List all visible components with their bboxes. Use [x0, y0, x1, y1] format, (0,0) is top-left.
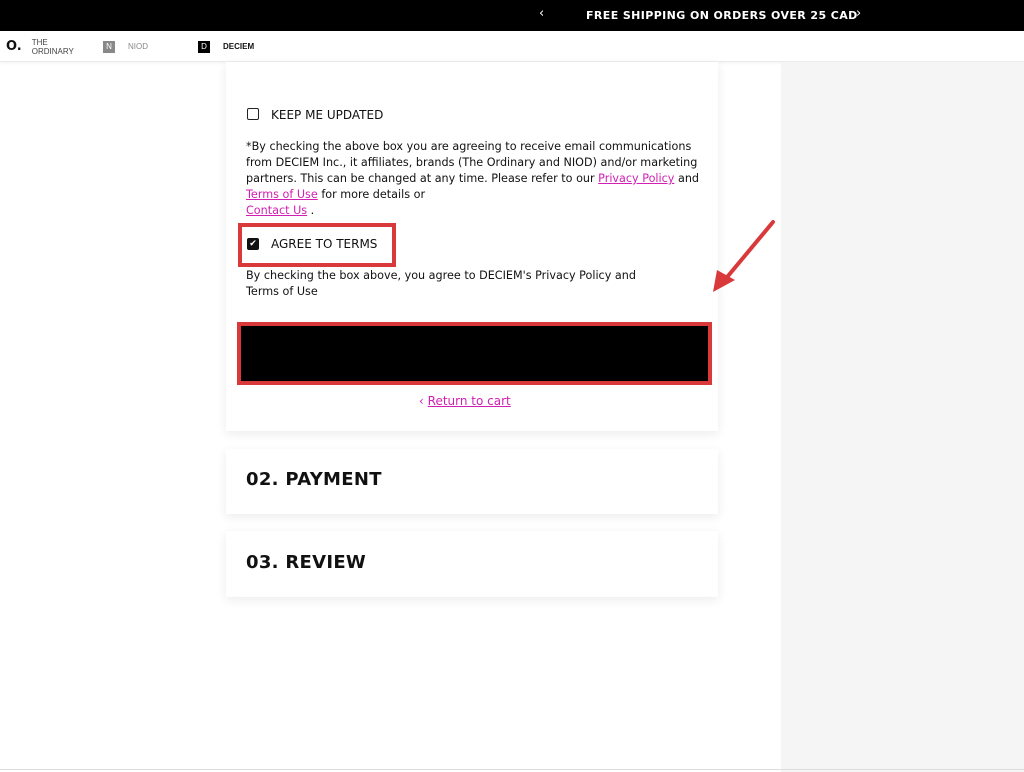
review-step-title: 03. REVIEW [246, 552, 367, 573]
return-to-cart-label: Return to cart [427, 394, 511, 408]
and-word: and [677, 172, 700, 185]
contact-us-link[interactable]: Contact Us [246, 204, 307, 217]
keep-updated-label: KEEP ME UPDATED [271, 108, 384, 122]
agree-terms-note: By checking the box above, you agree to … [246, 268, 706, 300]
payment-step-title: 02. PAYMENT [246, 469, 382, 490]
brand-deciem[interactable]: D DECIEM [198, 31, 254, 62]
niod-logo-icon: N [103, 40, 115, 53]
period: . [310, 204, 315, 217]
chevron-right-icon[interactable]: › [856, 6, 861, 21]
ordinary-line1: THE [31, 37, 48, 47]
continue-to-payment-button[interactable]: CONTINUE TO PAYMENT [247, 335, 697, 375]
keep-updated-checkbox[interactable] [247, 108, 259, 120]
agree-note-line2: Terms of Use [246, 285, 318, 298]
order-summary-panel [781, 62, 1024, 772]
payment-step-card[interactable]: 02. PAYMENT [226, 449, 718, 514]
agree-terms-checkbox[interactable]: ✔ [247, 238, 259, 250]
privacy-policy-link[interactable]: Privacy Policy [598, 172, 674, 185]
deciem-name: DECIEM [223, 42, 255, 51]
page-bottom-divider [0, 769, 1024, 770]
deciem-logo-icon: D [198, 40, 210, 53]
annotation-arrow-icon [713, 220, 775, 292]
niod-name: NIOD [128, 42, 148, 51]
brand-bar: O. THE ORDINARY N NIOD D DECIEM [0, 31, 1024, 62]
chevron-left-icon[interactable]: ‹ [539, 6, 544, 21]
chevron-left-icon: ‹ [419, 394, 424, 408]
brand-the-ordinary[interactable]: O. THE ORDINARY [6, 31, 74, 62]
promo-message: FREE SHIPPING ON ORDERS OVER 25 CAD [586, 9, 858, 22]
ordinary-line2: ORDINARY [31, 46, 74, 56]
the-ordinary-name: THE ORDINARY [32, 38, 74, 56]
brand-niod[interactable]: N NIOD [103, 31, 148, 62]
the-ordinary-logo: O. [6, 39, 22, 54]
agree-terms-label: AGREE TO TERMS [271, 237, 378, 251]
terms-of-use-link[interactable]: Terms of Use [246, 188, 318, 201]
marketing-consent-text: *By checking the above box you are agree… [246, 139, 708, 219]
return-to-cart-link[interactable]: ‹ Return to cart [419, 394, 511, 408]
agree-note-line1: By checking the box above, you agree to … [246, 269, 636, 282]
promo-bar: ‹ FREE SHIPPING ON ORDERS OVER 25 CAD › [0, 0, 1024, 31]
consent-tail: for more details or [321, 188, 426, 201]
review-step-card[interactable]: 03. REVIEW [226, 531, 718, 597]
